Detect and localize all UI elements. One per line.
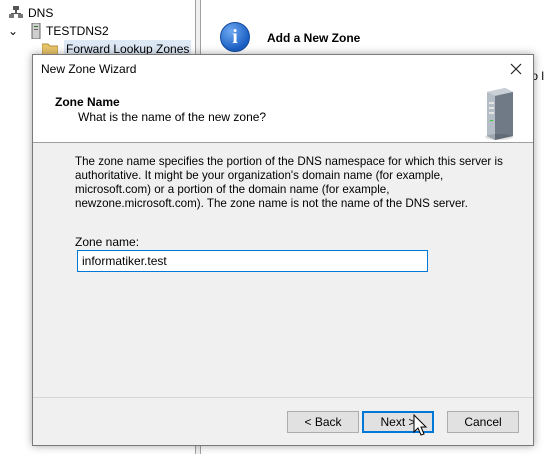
- back-button[interactable]: < Back: [287, 411, 359, 433]
- tree-item-server[interactable]: ⌄ TESTDNS2: [6, 22, 156, 40]
- zone-name-label: Zone name:: [75, 235, 140, 249]
- dialog-title: New Zone Wizard: [41, 62, 137, 76]
- info-icon: i: [220, 22, 250, 52]
- wizard-header: Zone Name What is the name of the new zo…: [33, 83, 533, 143]
- page-title: Zone Name: [55, 95, 120, 109]
- close-button[interactable]: [499, 55, 533, 83]
- mouse-cursor-icon: [413, 414, 428, 436]
- server-tower-icon: [485, 88, 513, 140]
- zone-name-input[interactable]: [77, 250, 428, 272]
- close-icon: [510, 63, 522, 75]
- zone-description: The zone name specifies the portion of t…: [75, 155, 503, 210]
- add-zone-heading: Add a New Zone: [267, 31, 361, 45]
- tree-item-dns[interactable]: DNS: [6, 4, 126, 22]
- tree-label-server: TESTDNS2: [46, 24, 109, 38]
- tree-label-dns: DNS: [28, 6, 54, 20]
- new-zone-wizard-dialog: New Zone Wizard Zone Name What is the na…: [32, 54, 534, 446]
- dns-icon: [9, 6, 23, 18]
- cancel-button[interactable]: Cancel: [447, 411, 519, 433]
- footer-divider: [33, 397, 533, 398]
- server-icon: [31, 23, 41, 39]
- page-subtitle: What is the name of the new zone?: [78, 110, 267, 124]
- dialog-titlebar[interactable]: New Zone Wizard: [33, 55, 533, 83]
- chevron-down-icon[interactable]: ⌄: [8, 22, 18, 40]
